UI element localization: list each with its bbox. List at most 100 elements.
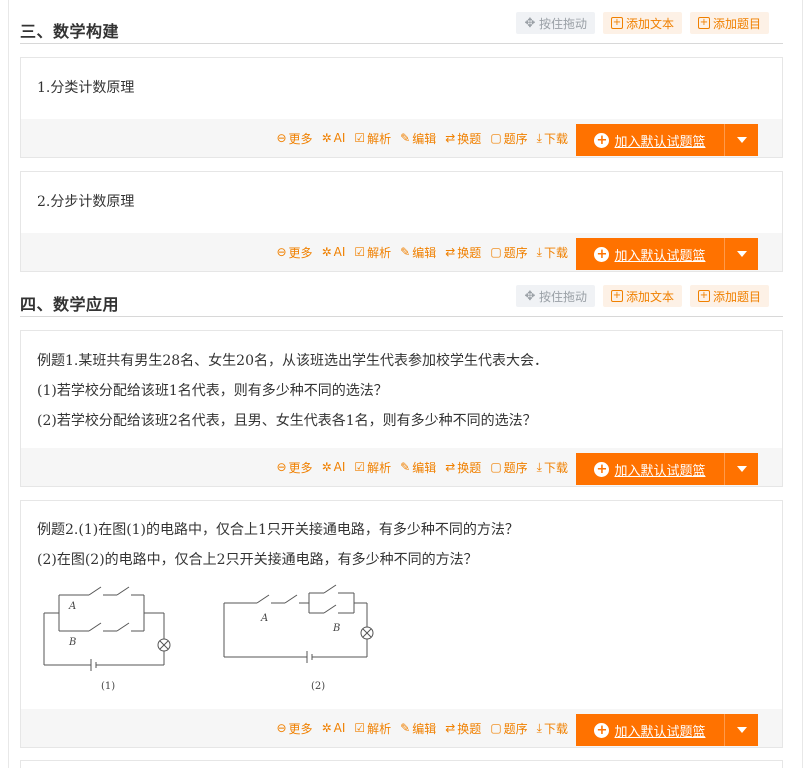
basket-dropdown-button[interactable] <box>724 714 758 746</box>
plus-square-icon: + <box>610 290 623 302</box>
section-header: 四、数学应用 ✥ 按住拖动 + 添加文本 + 添加题目 <box>20 285 783 317</box>
order-icon: ▢ <box>490 721 502 735</box>
add-to-basket-button[interactable]: + 加入默认试题篮 <box>576 453 724 485</box>
more-icon: ⊖ <box>276 460 287 474</box>
edit-icon: ✎ <box>400 460 411 474</box>
download-icon: ⤓ <box>536 720 542 735</box>
download-icon: ⤓ <box>536 459 542 474</box>
question-card: 例题1.某班共有男生28名、女生20名，从该班选出学生代表参加校学生代表大会． … <box>20 330 783 487</box>
analysis-icon: ☑ <box>354 721 366 735</box>
plus-circle-icon: + <box>594 132 610 148</box>
more-button[interactable]: ⊖ 更多 <box>276 130 312 147</box>
section-header: 三、数学构建 ✥ 按住拖动 + 添加文本 + 添加题目 <box>20 12 783 44</box>
switch-label-b: B <box>68 637 76 648</box>
edit-button[interactable]: ✎ 编辑 <box>400 244 436 261</box>
download-icon: ⤓ <box>536 130 542 145</box>
section-title: 四、数学应用 <box>20 295 120 314</box>
basket-dropdown-button[interactable] <box>724 238 758 270</box>
swap-button[interactable]: ⇄ 换题 <box>445 130 481 147</box>
question-toolbar: ⊖ 更多 ✲ AI ☑ 解析 ✎ 编辑 ⇄ 换题 ▢ 题序 ⤓ 下载 + 加入默认试题篮 <box>21 119 782 157</box>
swap-icon: ⇄ <box>445 245 456 259</box>
add-text-button[interactable]: + 添加文本 <box>602 285 682 307</box>
download-icon: ⤓ <box>536 244 542 259</box>
order-icon: ▢ <box>490 131 502 145</box>
switch-label-a: A <box>260 613 268 624</box>
ai-icon: ✲ <box>321 721 332 735</box>
ai-button[interactable]: ✲ AI <box>322 245 346 259</box>
move-icon: ✥ <box>524 15 536 31</box>
plus-square-icon: + <box>697 290 710 302</box>
plus-circle-icon: + <box>594 461 610 477</box>
edit-icon: ✎ <box>400 245 411 259</box>
order-button[interactable]: ▢ 题序 <box>490 130 527 147</box>
question-card: 2.分步计数原理 ⊖ 更多 ✲ AI ☑ 解析 ✎ 编辑 ⇄ 换题 ▢ 题序 ⤓ 下载 + 加入… <box>20 171 783 272</box>
question-text: (2)若学校分配给该班2名代表，且男、女生代表各1名，则有多少种不同的选法？ <box>37 413 537 429</box>
caret-down-icon <box>736 251 747 257</box>
plus-square-icon: + <box>697 17 710 29</box>
analysis-button[interactable]: ☑ 解析 <box>354 459 391 476</box>
more-button[interactable]: ⊖ 更多 <box>276 459 312 476</box>
question-card <box>20 760 783 768</box>
edit-button[interactable]: ✎ 编辑 <box>400 720 436 737</box>
swap-button[interactable]: ⇄ 换题 <box>445 459 481 476</box>
analysis-icon: ☑ <box>354 131 366 145</box>
ai-button[interactable]: ✲ AI <box>322 460 346 474</box>
order-button[interactable]: ▢ 题序 <box>490 244 527 261</box>
basket-dropdown-button[interactable] <box>724 453 758 485</box>
download-button[interactable]: ⤓ 下载 <box>537 459 568 476</box>
basket-dropdown-button[interactable] <box>724 124 758 156</box>
add-question-button[interactable]: + 添加题目 <box>689 285 769 307</box>
plus-square-icon: + <box>610 17 623 29</box>
add-to-basket-button[interactable]: + 加入默认试题篮 <box>576 238 724 270</box>
more-button[interactable]: ⊖ 更多 <box>276 720 312 737</box>
order-button[interactable]: ▢ 题序 <box>490 459 527 476</box>
question-text: 1.分类计数原理 <box>37 80 135 96</box>
swap-button[interactable]: ⇄ 换题 <box>445 720 481 737</box>
add-to-basket-button[interactable]: + 加入默认试题篮 <box>576 714 724 746</box>
download-button[interactable]: ⤓ 下载 <box>537 130 568 147</box>
order-icon: ▢ <box>490 245 502 259</box>
swap-button[interactable]: ⇄ 换题 <box>445 244 481 261</box>
plus-circle-icon: + <box>594 722 610 738</box>
analysis-button[interactable]: ☑ 解析 <box>354 244 391 261</box>
switch-label-a: A <box>68 601 76 612</box>
question-text: (1)若学校分配给该班1名代表，则有多少种不同的选法？ <box>37 383 388 399</box>
caret-down-icon <box>736 137 747 143</box>
add-question-button[interactable]: + 添加题目 <box>689 12 769 34</box>
more-icon: ⊖ <box>276 245 287 259</box>
figure-caption: (1) <box>101 681 115 692</box>
ai-icon: ✲ <box>321 460 332 474</box>
caret-down-icon <box>736 466 747 472</box>
add-to-basket-button[interactable]: + 加入默认试题篮 <box>576 124 724 156</box>
download-button[interactable]: ⤓ 下载 <box>537 244 568 261</box>
more-icon: ⊖ <box>276 721 287 735</box>
edit-button[interactable]: ✎ 编辑 <box>400 459 436 476</box>
edit-icon: ✎ <box>400 721 411 735</box>
move-icon: ✥ <box>524 288 536 304</box>
switch-label-b: B <box>332 623 340 634</box>
drag-handle-button[interactable]: ✥ 按住拖动 <box>515 12 595 34</box>
order-button[interactable]: ▢ 题序 <box>490 720 527 737</box>
question-text: 2.分步计数原理 <box>37 194 135 210</box>
drag-handle-button[interactable]: ✥ 按住拖动 <box>515 285 595 307</box>
analysis-button[interactable]: ☑ 解析 <box>354 720 391 737</box>
ai-icon: ✲ <box>321 131 332 145</box>
question-text: 例题2.(1)在图(1)的电路中，仅合上1只开关接通电路，有多少种不同的方法？ <box>37 522 519 538</box>
ai-button[interactable]: ✲ AI <box>322 131 346 145</box>
question-toolbar: ⊖ 更多 ✲ AI ☑ 解析 ✎ 编辑 ⇄ 换题 ▢ 题序 ⤓ 下载 + 加入默认试题篮 <box>21 448 782 486</box>
question-text: 例题1.某班共有男生28名、女生20名，从该班选出学生代表参加校学生代表大会． <box>37 353 548 369</box>
figure-caption: (2) <box>311 681 325 692</box>
swap-icon: ⇄ <box>445 131 456 145</box>
add-text-button[interactable]: + 添加文本 <box>602 12 682 34</box>
download-button[interactable]: ⤓ 下载 <box>537 720 568 737</box>
question-toolbar: ⊖ 更多 ✲ AI ☑ 解析 ✎ 编辑 ⇄ 换题 ▢ 题序 ⤓ 下载 + 加入默认试题篮 <box>21 709 782 747</box>
swap-icon: ⇄ <box>445 721 456 735</box>
ai-button[interactable]: ✲ AI <box>322 721 346 735</box>
edit-button[interactable]: ✎ 编辑 <box>400 130 436 147</box>
question-card: 例题2.(1)在图(1)的电路中，仅合上1只开关接通电路，有多少种不同的方法？ … <box>20 500 783 748</box>
analysis-button[interactable]: ☑ 解析 <box>354 130 391 147</box>
more-button[interactable]: ⊖ 更多 <box>276 244 312 261</box>
edit-icon: ✎ <box>400 131 411 145</box>
analysis-icon: ☑ <box>354 245 366 259</box>
circuit-figure: A B A B (1) (2) <box>43 584 374 692</box>
